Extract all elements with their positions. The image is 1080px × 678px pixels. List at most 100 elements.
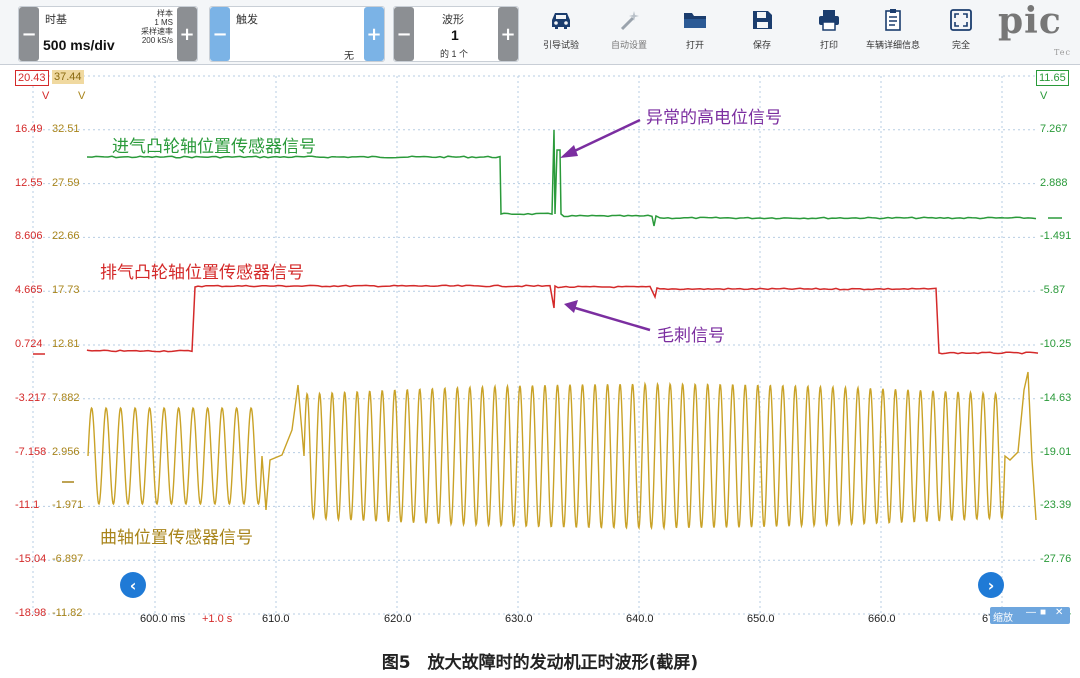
y-tick-right-c: -23.39	[1040, 499, 1072, 512]
figure-caption: 图5 放大故障时的发动机正时波形(截屏)	[381, 653, 699, 673]
vehicle-details-button[interactable]: 车辆详细信息	[862, 4, 924, 60]
scroll-left-button[interactable]: ‹	[120, 572, 146, 598]
y-tick-left-b: 17.73	[52, 284, 80, 297]
y-tick-left-b: 32.51	[52, 122, 80, 135]
zoom-minimize-icon[interactable]: —	[1026, 607, 1036, 618]
trigger-mode[interactable]: 无	[344, 47, 354, 62]
timebase-value[interactable]: 500 ms/div	[43, 37, 115, 53]
unit-left-red: V	[42, 90, 50, 102]
annotation-arrowhead-high-level	[560, 145, 578, 158]
waveforms	[33, 118, 1062, 531]
brand-logo-text: pic	[998, 0, 1062, 42]
x-start-label: 600.0 ms	[140, 613, 186, 625]
waveform-index: 1	[451, 27, 459, 43]
open-label: 打开	[685, 40, 704, 50]
car-icon	[552, 13, 570, 29]
zoom-panel[interactable]: 缩放 — ■ ✕	[990, 607, 1070, 624]
annotation-glitch: 毛刺信号	[657, 326, 725, 346]
waveform-label: 波形	[442, 14, 464, 26]
y-tick-left-a: 0.724	[15, 338, 43, 350]
rate-label: 采样速率	[141, 27, 173, 36]
trigger-increase-button[interactable]: +	[364, 7, 384, 61]
timebase-decrease-button[interactable]: −	[19, 7, 39, 61]
scroll-right-button[interactable]: ›	[978, 572, 1004, 598]
unit-left-gold: V	[78, 90, 86, 102]
trigger-label: 触发	[236, 14, 258, 26]
toolbar: − 时基 500 ms/div 样本 1 MS 采样速率 200 kS/s + …	[0, 0, 1080, 65]
unit-right: V	[1040, 90, 1048, 102]
channel-b-marker[interactable]: 37.44	[52, 70, 84, 84]
y-tick-right-c: 7.267	[1040, 122, 1068, 135]
sample-info: 样本 1 MS 采样速率 200 kS/s	[131, 9, 173, 45]
guided-test-label: 引导试验	[542, 40, 579, 50]
intake-cam-label: 进气凸轮轴位置传感器信号	[112, 137, 316, 157]
auto-setup-button[interactable]: 自动设置	[598, 4, 660, 60]
fullscreen-label: 完全	[951, 40, 970, 50]
zoom-restore-icon[interactable]: ■	[1040, 607, 1046, 618]
y-tick-left-a: -11.1	[15, 499, 40, 512]
waveform-next-button[interactable]: +	[498, 7, 518, 61]
fullscreen-button[interactable]: 完全	[930, 4, 992, 60]
sample-value: 1 MS	[154, 18, 173, 27]
clipboard-icon	[885, 9, 901, 31]
waveform-count: 的 1 个	[440, 49, 469, 59]
channel-a-marker[interactable]: 20.43	[15, 70, 49, 86]
open-button[interactable]: 打开	[664, 4, 726, 60]
y-tick-left-a: -15.04	[15, 553, 47, 566]
exhaust-cam-label: 排气凸轮轴位置传感器信号	[100, 263, 304, 283]
zoom-close-icon[interactable]: ✕	[1055, 607, 1063, 618]
y-tick-right-c: -14.63	[1040, 391, 1072, 404]
annotation-arrowhead-glitch	[564, 300, 578, 313]
printer-icon	[819, 10, 839, 31]
x-offset-label: +1.0 s	[202, 613, 233, 625]
timebase-label: 时基	[45, 14, 67, 26]
crank-label: 曲轴位置传感器信号	[100, 528, 253, 548]
rate-value: 200 kS/s	[141, 36, 173, 45]
y-tick-right-c: 2.888	[1040, 176, 1068, 189]
auto-setup-label: 自动设置	[610, 40, 647, 50]
y-tick-left-b: 12.81	[52, 338, 80, 350]
timebase-increase-button[interactable]: +	[177, 7, 197, 61]
y-tick-left-a: 4.665	[15, 284, 43, 297]
y-tick-right-c: -1.491	[1040, 230, 1072, 243]
print-button[interactable]: 打印	[798, 4, 860, 60]
y-tick-left-b: 27.59	[52, 176, 80, 189]
waveform-prev-button[interactable]: −	[394, 7, 414, 61]
save-icon	[753, 11, 772, 29]
folder-icon	[684, 13, 706, 28]
save-label: 保存	[752, 40, 771, 50]
channel-c-marker[interactable]: 11.65	[1036, 70, 1069, 86]
y-tick-left-a: -3.217	[15, 391, 47, 404]
y-tick-right-c: -10.25	[1040, 338, 1072, 350]
guided-test-button[interactable]: 引导试验	[530, 4, 592, 60]
x-tick: 630.0	[505, 613, 533, 625]
x-tick: 640.0	[626, 613, 654, 625]
annotation-high-level: 异常的高电位信号	[646, 108, 782, 128]
zoom-label: 缩放	[993, 613, 1013, 624]
brand-logo: pic Tec	[998, 0, 1080, 64]
brand-logo-sub: Tec	[1054, 48, 1071, 57]
crank-trace	[87, 371, 1037, 531]
y-tick-left-a: 8.606	[15, 230, 43, 243]
trigger-decrease-button[interactable]: −	[210, 7, 230, 61]
y-tick-left-b: 2.956	[52, 445, 80, 458]
y-tick-left-b: -6.897	[52, 553, 84, 566]
magic-wand-icon	[620, 11, 639, 31]
y-tick-left-a: -7.158	[15, 445, 47, 458]
print-label: 打印	[819, 40, 838, 50]
y-tick-left-b: -11.82	[52, 607, 83, 619]
annotation-arrow-high-level	[565, 118, 641, 157]
x-tick: 610.0	[262, 613, 290, 625]
y-tick-right-c: -5.87	[1040, 284, 1066, 297]
save-button[interactable]: 保存	[731, 4, 793, 60]
annotation-arrow-glitch	[571, 305, 651, 332]
timebase-control: − 时基 500 ms/div 样本 1 MS 采样速率 200 kS/s +	[18, 6, 198, 62]
fullscreen-icon	[950, 9, 972, 31]
trigger-control: − 触发 无 +	[209, 6, 385, 62]
y-tick-left-a: -18.98	[15, 607, 47, 619]
y-tick-left-b: -1.971	[52, 499, 84, 512]
vehicle-details-label: 车辆详细信息	[865, 40, 920, 50]
x-tick: 620.0	[384, 613, 412, 625]
exhaust-cam-trace	[86, 284, 1039, 355]
x-tick: 650.0	[747, 613, 775, 625]
